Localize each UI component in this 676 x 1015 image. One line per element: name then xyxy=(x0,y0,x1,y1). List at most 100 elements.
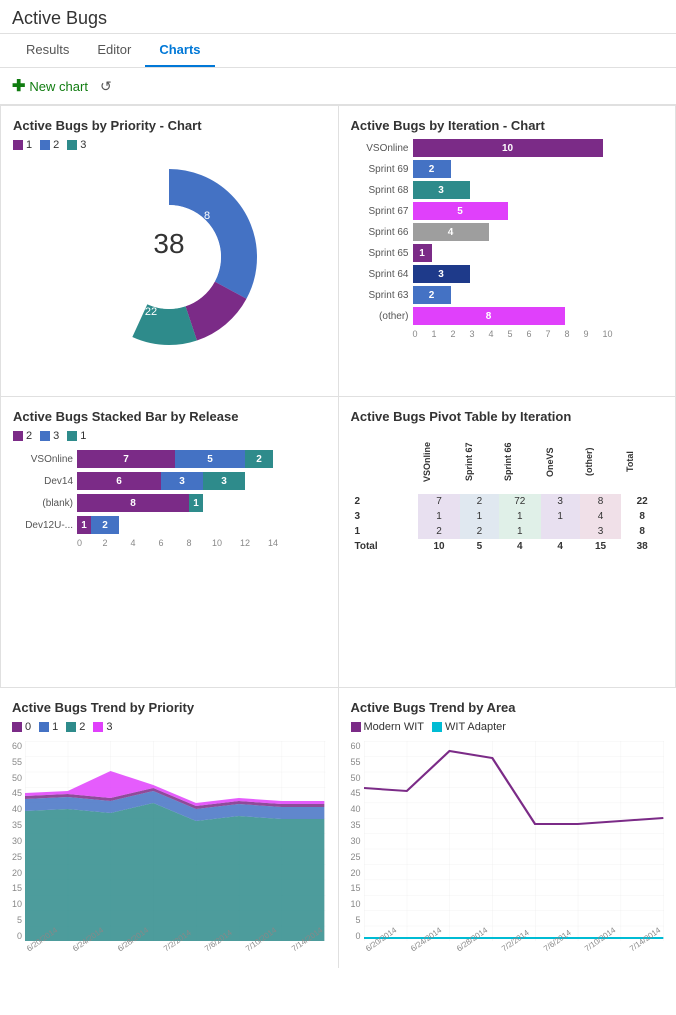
sbar-seg: 8 xyxy=(77,494,189,512)
hbar-label: Sprint 68 xyxy=(351,185,409,196)
y-tick: 20 xyxy=(351,868,361,878)
legend-1: 1 xyxy=(39,721,58,733)
hbar-row-66: Sprint 66 4 xyxy=(351,223,664,241)
sbar-seg: 2 xyxy=(245,450,273,468)
hbar-label: Sprint 63 xyxy=(351,290,409,301)
trend-priority-chart: 60 55 50 45 40 35 30 25 20 15 10 5 0 xyxy=(12,741,326,955)
sbar-track: 1 2 xyxy=(77,516,119,534)
axis-tick: 10 xyxy=(603,329,622,339)
pivot-cell: 2 xyxy=(418,524,460,539)
hbar-track: 4 xyxy=(413,223,664,241)
legend-swatch-2 xyxy=(40,140,50,150)
legend-swatch-1 xyxy=(13,140,23,150)
pivot-header-row: VSOnline Sprint 67 Sprint 66 OneVS (othe… xyxy=(351,430,664,494)
hbar-label: Sprint 66 xyxy=(351,227,409,238)
hbar-row-63: Sprint 63 2 xyxy=(351,286,664,304)
axis-tick: 0 xyxy=(77,538,91,548)
legend-swatch xyxy=(67,431,77,441)
bottom-section: Active Bugs Trend by Priority 0 1 2 3 6 xyxy=(0,688,676,968)
hbar-row-69: Sprint 69 2 xyxy=(351,160,664,178)
legend-label: 1 xyxy=(52,721,58,733)
svg-text:38: 38 xyxy=(154,228,185,259)
priority-chart-panel: Active Bugs by Priority - Chart 1 2 3 xyxy=(1,106,338,396)
hbar-label: Sprint 64 xyxy=(351,269,409,280)
legend-label: 0 xyxy=(25,721,31,733)
hbar-track: 2 xyxy=(413,286,664,304)
legend-swatch xyxy=(432,722,442,732)
hbar-row-64: Sprint 64 3 xyxy=(351,265,664,283)
y-tick: 40 xyxy=(351,804,361,814)
axis-tick: 9 xyxy=(584,329,603,339)
tab-editor[interactable]: Editor xyxy=(83,34,145,67)
x-axis: 6/20/2014 6/24/2014 6/28/2014 7/2/2014 7… xyxy=(25,946,325,955)
sbar-row-dev14: Dev14 6 3 3 xyxy=(13,472,326,490)
hbar-seg: 1 xyxy=(413,244,432,262)
pivot-cell: 38 xyxy=(621,539,663,554)
legend-label: 2 xyxy=(26,430,32,442)
trend-svg-container: 6/20/2014 6/24/2014 6/28/2014 7/2/2014 7… xyxy=(25,741,325,955)
pivot-col-header: Sprint 67 xyxy=(460,430,499,494)
axis-tick: 8 xyxy=(175,538,203,548)
refresh-icon[interactable]: ↺ xyxy=(100,78,112,95)
new-chart-label: New chart xyxy=(29,79,88,94)
hbar-seg: 8 xyxy=(413,307,565,325)
priority-legend: 1 2 3 xyxy=(13,139,326,151)
pivot-col-header: VSOnline xyxy=(418,430,460,494)
pivot-total-cell: 8 xyxy=(621,524,663,539)
legend-swatch xyxy=(351,722,361,732)
legend-swatch xyxy=(13,431,23,441)
trend-area-svg-container: 6/20/2014 6/24/2014 6/28/2014 7/2/2014 7… xyxy=(364,741,664,955)
pivot-cell: 2 xyxy=(460,524,499,539)
legend-label: 3 xyxy=(53,430,59,442)
new-chart-button[interactable]: ✚ New chart xyxy=(12,76,88,96)
legend-item-2: 2 xyxy=(40,139,59,151)
pivot-row-label: 3 xyxy=(351,509,419,524)
legend-wit-adapter: WIT Adapter xyxy=(432,721,506,733)
stacked-bar-panel: Active Bugs Stacked Bar by Release 2 3 1… xyxy=(1,397,338,687)
pivot-cell: 10 xyxy=(418,539,460,554)
svg-text:8: 8 xyxy=(204,210,210,222)
stacked-legend: 2 3 1 xyxy=(13,430,326,442)
trend-priority-panel: Active Bugs Trend by Priority 0 1 2 3 6 xyxy=(0,688,338,968)
trend-area-legend: Modern WIT WIT Adapter xyxy=(351,721,665,733)
legend-label: 3 xyxy=(106,721,112,733)
tab-results[interactable]: Results xyxy=(12,34,83,67)
hbar-label: Sprint 65 xyxy=(351,248,409,259)
pivot-cell: 1 xyxy=(499,524,541,539)
sbar-label: Dev12U-... xyxy=(13,520,73,531)
page-title: Active Bugs xyxy=(12,8,664,29)
tab-charts[interactable]: Charts xyxy=(145,34,214,67)
pivot-cell: 1 xyxy=(499,509,541,524)
sbar-seg: 5 xyxy=(175,450,245,468)
legend-1: 1 xyxy=(67,430,86,442)
y-tick: 35 xyxy=(12,820,22,830)
y-tick: 30 xyxy=(12,836,22,846)
sbar-row-blank: (blank) 8 1 xyxy=(13,494,326,512)
pivot-cell: 4 xyxy=(499,539,541,554)
pivot-col-header: Total xyxy=(621,430,663,494)
legend-label-1: 1 xyxy=(26,139,32,151)
pivot-cell: 1 xyxy=(418,509,460,524)
donut-chart-container: 38 8 22 8 xyxy=(13,159,326,355)
pivot-cell: 1 xyxy=(460,509,499,524)
legend-label-2: 2 xyxy=(53,139,59,151)
legend-item-3: 3 xyxy=(67,139,86,151)
axis-tick: 2 xyxy=(91,538,119,548)
pivot-cell: 1 xyxy=(541,509,580,524)
axis-tick: 6 xyxy=(147,538,175,548)
hbar-seg: 3 xyxy=(413,181,470,199)
hbar-track: 3 xyxy=(413,181,664,199)
pivot-total-row: Total 10 5 4 4 15 38 xyxy=(351,539,664,554)
donut-svg: 38 8 22 8 xyxy=(79,167,259,347)
hbar-track: 10 xyxy=(413,139,664,157)
legend-item-1: 1 xyxy=(13,139,32,151)
y-tick: 45 xyxy=(351,788,361,798)
stacked-bar-title: Active Bugs Stacked Bar by Release xyxy=(13,409,326,424)
y-tick: 30 xyxy=(351,836,361,846)
y-tick: 55 xyxy=(12,757,22,767)
hbar-track: 8 xyxy=(413,307,664,325)
trend-area-chart: 60 55 50 45 40 35 30 25 20 15 10 5 0 xyxy=(351,741,665,955)
axis-tick: 0 xyxy=(413,329,432,339)
page-header: Active Bugs xyxy=(0,0,676,34)
sbar-seg: 1 xyxy=(77,516,91,534)
